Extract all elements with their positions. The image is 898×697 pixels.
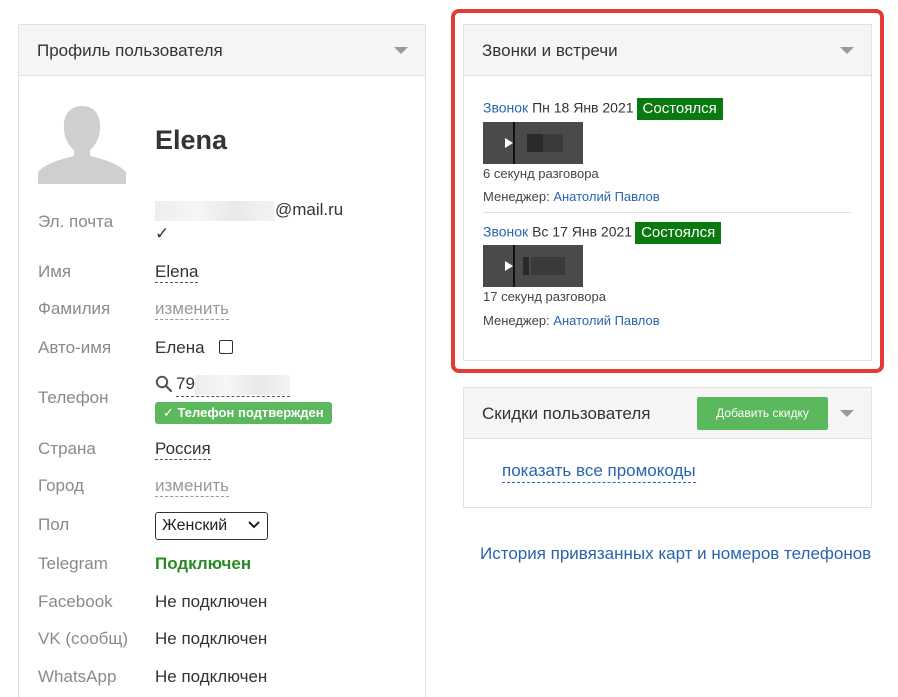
city-edit-text: изменить — [155, 476, 229, 497]
vk-status: Не подключен — [155, 629, 268, 648]
first-name-label: Имя — [38, 262, 72, 281]
auto-name-value: Елена — [155, 338, 205, 357]
audio-player[interactable] — [483, 122, 583, 164]
phone-value: 79 — [176, 374, 290, 397]
calls-panel-header[interactable]: Звонки и встречи — [464, 25, 871, 76]
call-item-header: Звонок Вс 17 Янв 2021 Состоялся — [483, 222, 722, 244]
call-date: Пн 18 Янв 2021 — [532, 99, 634, 116]
telegram-status: Подключен — [155, 554, 252, 573]
call-date: Вс 17 Янв 2021 — [532, 223, 633, 240]
collapse-caret-icon[interactable] — [840, 410, 854, 417]
call-type-link[interactable]: Звонок — [483, 224, 528, 240]
first-name-value: Elena — [155, 262, 199, 283]
auto-name-checkbox[interactable] — [219, 340, 233, 354]
card-phone-history-link[interactable]: История привязанных карт и номеров телеф… — [480, 544, 871, 564]
email-domain: @mail.ru — [275, 200, 344, 219]
country-value: Россия — [155, 439, 211, 460]
whatsapp-status: Не подключен — [155, 667, 268, 686]
call-type-link[interactable]: Звонок — [483, 100, 528, 116]
gender-select[interactable]: Женский — [155, 512, 268, 540]
phone-redacted-block — [194, 374, 290, 395]
call-duration: 17 секунд разговора — [483, 289, 606, 304]
chevron-down-icon — [248, 521, 260, 529]
phone-confirmed-badge: ✓ Телефон подтвержден — [155, 402, 332, 424]
avatar-placeholder-icon — [38, 100, 126, 184]
email-label: Эл. почта — [38, 212, 114, 231]
call-status-badge: Состоялся — [635, 222, 722, 244]
phone-label: Телефон — [38, 388, 109, 407]
show-all-promocodes-link[interactable]: показать все промокоды — [502, 461, 696, 483]
waveform-block — [527, 134, 543, 152]
vk-label: VK (сообщ) — [38, 629, 129, 648]
user-discounts-panel: Скидки пользователя Добавить скидку пока… — [463, 387, 872, 508]
divider — [483, 212, 852, 213]
last-name-edit-text: изменить — [155, 299, 229, 320]
facebook-status: Не подключен — [155, 592, 268, 611]
gender-label: Пол — [38, 515, 70, 534]
collapse-caret-icon[interactable] — [840, 47, 854, 54]
telegram-label: Telegram — [38, 554, 108, 573]
email-verified-check-icon: ✓ — [155, 224, 170, 243]
email-value[interactable]: @mail.ru — [155, 200, 343, 221]
playhead[interactable] — [513, 245, 515, 287]
collapse-caret-icon[interactable] — [394, 47, 408, 54]
user-name-heading: Elena — [155, 125, 228, 155]
last-name-edit-link[interactable]: изменить — [155, 299, 229, 320]
call-duration: 6 секунд разговора — [483, 166, 599, 181]
call-manager: Менеджер: Анатолий Павлов — [483, 189, 660, 204]
add-discount-button[interactable]: Добавить скидку — [697, 397, 828, 430]
city-label: Город — [38, 476, 84, 495]
calls-panel-title: Звонки и встречи — [482, 41, 618, 60]
call-item-header: Звонок Пн 18 Янв 2021 Состоялся — [483, 98, 723, 120]
discounts-panel-title: Скидки пользователя — [482, 404, 651, 423]
play-icon[interactable] — [505, 138, 513, 148]
manager-link[interactable]: Анатолий Павлов — [553, 313, 659, 328]
whatsapp-label: WhatsApp — [38, 667, 117, 686]
discounts-panel-header[interactable]: Скидки пользователя Добавить скидку — [464, 388, 871, 439]
auto-name-label: Авто-имя — [38, 338, 112, 357]
first-name-field[interactable]: Elena — [155, 262, 199, 283]
phone-confirmed-text: Телефон подтвержден — [177, 405, 324, 420]
facebook-label: Facebook — [38, 592, 113, 611]
gender-selected-value: Женский — [162, 517, 228, 534]
search-icon[interactable] — [155, 375, 173, 393]
profile-panel-title: Профиль пользователя — [37, 41, 223, 60]
call-status-badge: Состоялся — [636, 98, 723, 120]
phone-field[interactable]: 79 — [176, 374, 290, 397]
city-edit-link[interactable]: изменить — [155, 476, 229, 497]
email-redacted-block — [155, 200, 275, 221]
manager-label: Менеджер: — [483, 313, 550, 328]
country-field[interactable]: Россия — [155, 439, 211, 460]
call-manager: Менеджер: Анатолий Павлов — [483, 313, 660, 328]
waveform-block — [523, 257, 529, 275]
playhead[interactable] — [513, 122, 515, 164]
manager-label: Менеджер: — [483, 189, 550, 204]
waveform-block — [543, 134, 563, 152]
audio-player[interactable] — [483, 245, 583, 287]
waveform-block — [531, 257, 565, 275]
play-icon[interactable] — [505, 261, 513, 271]
manager-link[interactable]: Анатолий Павлов — [553, 189, 659, 204]
phone-prefix: 79 — [176, 374, 195, 393]
user-profile-panel: Профиль пользователя Elena Эл. почта @ma… — [18, 24, 426, 697]
country-label: Страна — [38, 439, 96, 458]
calls-meetings-panel: Звонки и встречи Звонок Пн 18 Янв 2021 Со… — [463, 24, 872, 361]
profile-panel-header[interactable]: Профиль пользователя — [19, 25, 425, 76]
last-name-label: Фамилия — [38, 299, 111, 318]
